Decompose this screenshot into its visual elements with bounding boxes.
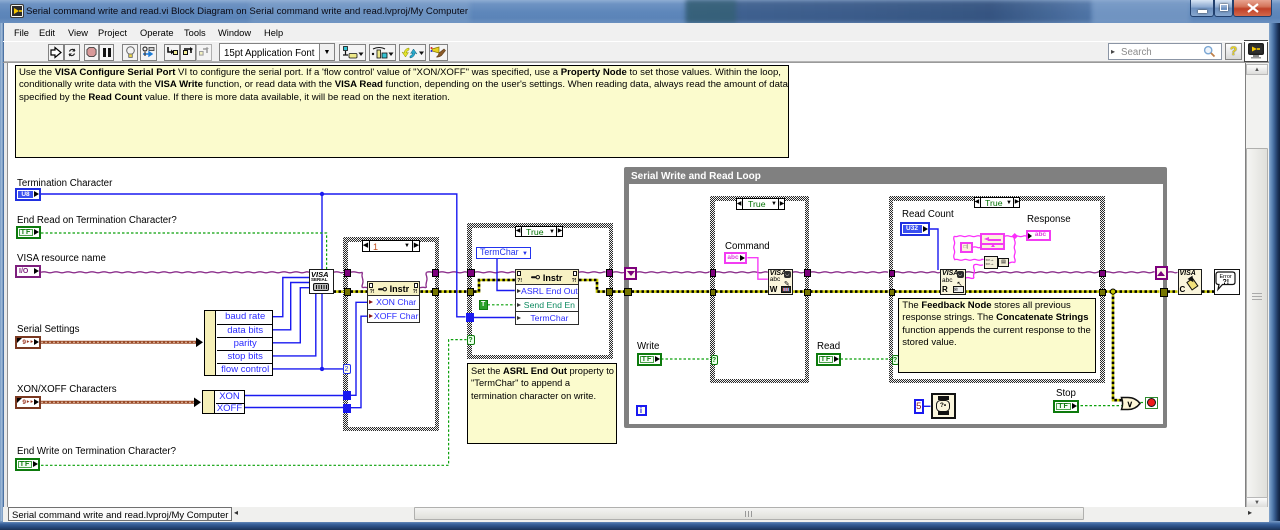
svg-text:∨: ∨	[1127, 399, 1134, 409]
svg-text:?!: ?!	[1223, 279, 1230, 286]
